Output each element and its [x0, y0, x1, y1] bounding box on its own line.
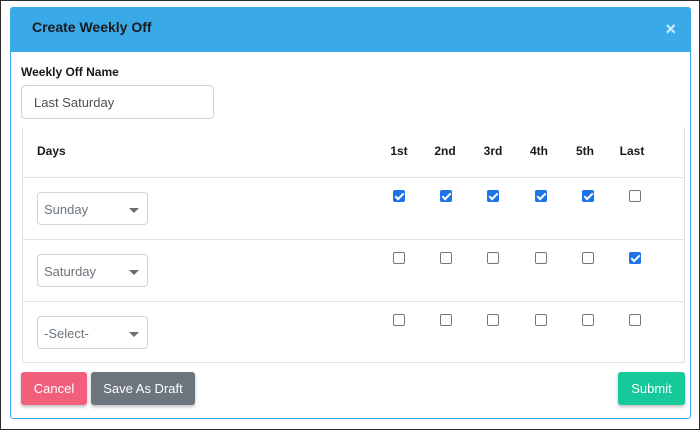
save-as-draft-button[interactable]: Save As Draft — [91, 372, 195, 405]
day-select[interactable]: Sunday — [37, 192, 148, 225]
week-1st-checkbox[interactable] — [393, 314, 405, 326]
modal-header: Create Weekly Off × — [11, 8, 690, 52]
day-select-value: Saturday — [44, 264, 97, 279]
week-2nd-checkbox[interactable] — [440, 314, 452, 326]
weekly-off-name-label: Weekly Off Name — [21, 65, 119, 79]
close-icon[interactable]: × — [665, 20, 676, 38]
modal-title: Create Weekly Off — [32, 19, 152, 35]
screenshot-frame: Create Weekly Off × Weekly Off Name Days… — [0, 0, 700, 430]
day-select-value: -Select- — [44, 326, 89, 341]
header-week-last: Last — [619, 144, 645, 158]
week-3rd-checkbox[interactable] — [487, 190, 499, 202]
week-1st-checkbox[interactable] — [393, 190, 405, 202]
header-week-1st: 1st — [390, 144, 408, 158]
chevron-down-icon — [129, 270, 139, 275]
weekly-off-table: Days 1st 2nd 3rd 4th 5th Last Sunday Sat… — [22, 127, 685, 363]
week-3rd-checkbox[interactable] — [487, 252, 499, 264]
header-week-2nd: 2nd — [434, 144, 456, 158]
week-last-checkbox[interactable] — [629, 314, 641, 326]
day-select-value: Sunday — [44, 202, 89, 217]
table-row: Sunday — [23, 177, 684, 240]
header-week-3rd: 3rd — [483, 144, 503, 158]
week-4th-checkbox[interactable] — [535, 252, 547, 264]
header-week-4th: 4th — [530, 144, 548, 158]
table-row: -Select- — [23, 301, 684, 363]
week-2nd-checkbox[interactable] — [440, 190, 452, 202]
week-4th-checkbox[interactable] — [535, 190, 547, 202]
week-2nd-checkbox[interactable] — [440, 252, 452, 264]
chevron-down-icon — [129, 208, 139, 213]
cancel-button[interactable]: Cancel — [21, 372, 87, 405]
day-select[interactable]: -Select- — [37, 316, 148, 349]
day-select[interactable]: Saturday — [37, 254, 148, 287]
header-week-5th: 5th — [576, 144, 594, 158]
table-row: Saturday — [23, 239, 684, 302]
week-5th-checkbox[interactable] — [582, 314, 594, 326]
submit-button[interactable]: Submit — [618, 372, 685, 405]
week-last-checkbox[interactable] — [629, 190, 641, 202]
week-4th-checkbox[interactable] — [535, 314, 547, 326]
chevron-down-icon — [129, 332, 139, 337]
create-weekly-off-modal: Create Weekly Off × Weekly Off Name Days… — [10, 7, 691, 419]
header-days: Days — [37, 144, 66, 158]
week-5th-checkbox[interactable] — [582, 190, 594, 202]
week-3rd-checkbox[interactable] — [487, 314, 499, 326]
table-header-row: Days 1st 2nd 3rd 4th 5th Last — [23, 127, 684, 178]
week-5th-checkbox[interactable] — [582, 252, 594, 264]
week-last-checkbox[interactable] — [629, 252, 641, 264]
weekly-off-name-input[interactable] — [21, 85, 214, 119]
week-1st-checkbox[interactable] — [393, 252, 405, 264]
